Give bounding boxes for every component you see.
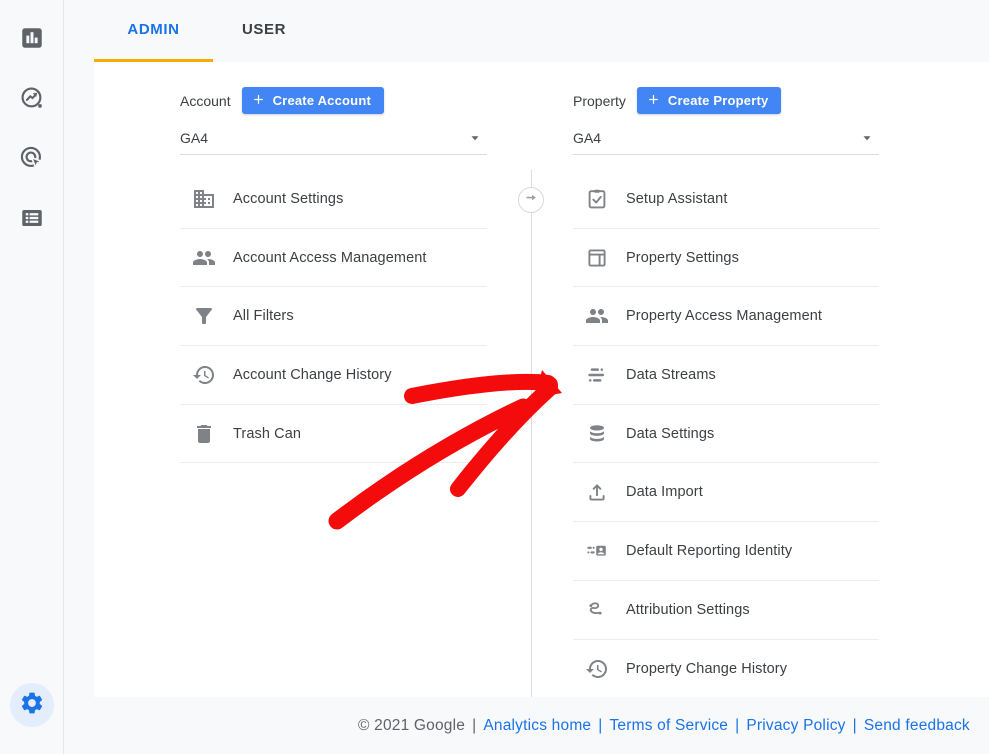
menu-item-label: Property Access Management	[626, 308, 822, 324]
footer-links: | Analytics home | Terms of Service | Privacy…	[465, 717, 970, 735]
property-item-attribution-settings[interactable]: Attribution Settings	[573, 581, 879, 640]
account-item-account-settings[interactable]: Account Settings	[180, 170, 487, 229]
create-property-button[interactable]: Create Property	[637, 87, 782, 114]
building-icon	[192, 187, 216, 211]
menu-item-label: Default Reporting Identity	[626, 543, 792, 559]
identity-icon	[585, 539, 609, 563]
property-selector-value: GA4	[573, 130, 601, 146]
nav-rail-item-3[interactable]	[19, 147, 45, 173]
property-item-property-settings[interactable]: Property Settings	[573, 229, 879, 288]
property-column-label: Property	[573, 93, 626, 109]
menu-item-label: Account Settings	[233, 191, 343, 207]
footer-link-analytics-home[interactable]: Analytics home	[483, 717, 591, 734]
plus-icon	[251, 92, 266, 110]
assignment-check-icon	[585, 187, 609, 211]
list-icon	[19, 205, 45, 236]
create-account-button-label: Create Account	[273, 93, 371, 108]
property-item-setup-assistant[interactable]: Setup Assistant	[573, 170, 879, 229]
upload-icon	[585, 480, 609, 504]
create-account-button[interactable]: Create Account	[242, 87, 384, 114]
copyright-text: © 2021 Google	[358, 717, 465, 735]
gear-icon	[19, 690, 45, 721]
database-icon	[585, 422, 609, 446]
footer-link-terms-of-service[interactable]: Terms of Service	[609, 717, 728, 734]
nav-rail-item-4[interactable]	[19, 207, 45, 233]
menu-item-label: All Filters	[233, 308, 294, 324]
arrow-right-icon	[524, 190, 539, 210]
data-streams-icon	[585, 363, 609, 387]
column-divider	[531, 170, 532, 697]
people-icon	[192, 246, 216, 270]
footer-separator: |	[598, 717, 602, 734]
account-selector[interactable]: GA4	[180, 122, 487, 155]
footer-link-privacy-policy[interactable]: Privacy Policy	[746, 717, 845, 734]
menu-item-label: Data Settings	[626, 426, 714, 442]
footer: © 2021 Google | Analytics home | Terms of S…	[64, 697, 989, 754]
attribution-icon	[585, 598, 609, 622]
menu-item-label: Property Change History	[626, 661, 787, 677]
explore-icon	[19, 145, 45, 176]
admin-panel: Account Create Account GA4 Account Setti…	[94, 62, 989, 697]
column-divider-arrow-button[interactable]	[518, 187, 544, 213]
filter-icon	[192, 304, 216, 328]
property-item-data-import[interactable]: Data Import	[573, 463, 879, 522]
history-icon	[192, 363, 216, 387]
footer-separator: |	[472, 717, 476, 734]
chevron-down-icon	[861, 132, 873, 144]
menu-item-label: Attribution Settings	[626, 602, 750, 618]
property-item-property-change-history[interactable]: Property Change History	[573, 640, 879, 698]
menu-item-label: Property Settings	[626, 250, 739, 266]
window-icon	[585, 246, 609, 270]
tab-user[interactable]: USER	[213, 0, 315, 59]
menu-item-label: Data Import	[626, 484, 703, 500]
property-item-default-reporting-identity[interactable]: Default Reporting Identity	[573, 522, 879, 581]
people-icon	[585, 304, 609, 328]
reports-icon	[19, 85, 45, 116]
menu-item-label: Trash Can	[233, 426, 301, 442]
footer-link-send-feedback[interactable]: Send feedback	[864, 717, 970, 734]
account-selector-value: GA4	[180, 130, 208, 146]
account-menu: Account Settings Account Access Managemen…	[180, 170, 487, 463]
menu-item-label: Account Change History	[233, 367, 392, 383]
history-icon	[585, 657, 609, 681]
nav-rail-item-1[interactable]	[19, 27, 45, 53]
trash-icon	[192, 422, 216, 446]
tab-admin[interactable]: ADMIN	[94, 0, 213, 59]
chevron-down-icon	[469, 132, 481, 144]
menu-item-label: Account Access Management	[233, 250, 427, 266]
menu-item-label: Data Streams	[626, 367, 716, 383]
property-item-data-streams[interactable]: Data Streams	[573, 346, 879, 405]
admin-user-tabs: ADMIN USER	[94, 0, 315, 62]
property-selector[interactable]: GA4	[573, 122, 879, 155]
plus-icon	[646, 92, 661, 110]
left-nav-rail	[0, 0, 64, 754]
reports-snapshot-icon	[19, 25, 45, 56]
account-item-trash-can[interactable]: Trash Can	[180, 405, 487, 464]
admin-nav-button[interactable]	[10, 683, 54, 727]
account-item-all-filters[interactable]: All Filters	[180, 287, 487, 346]
account-column-label: Account	[180, 93, 231, 109]
footer-separator: |	[735, 717, 739, 734]
nav-icon-group	[0, 0, 63, 233]
nav-rail-item-2[interactable]	[19, 87, 45, 113]
property-menu: Setup Assistant Property Settings Property…	[573, 170, 879, 697]
create-property-button-label: Create Property	[668, 93, 769, 108]
account-item-account-access-management[interactable]: Account Access Management	[180, 229, 487, 288]
menu-item-label: Setup Assistant	[626, 191, 727, 207]
account-item-account-change-history[interactable]: Account Change History	[180, 346, 487, 405]
footer-separator: |	[853, 717, 857, 734]
property-item-property-access-management[interactable]: Property Access Management	[573, 287, 879, 346]
property-item-data-settings[interactable]: Data Settings	[573, 405, 879, 464]
